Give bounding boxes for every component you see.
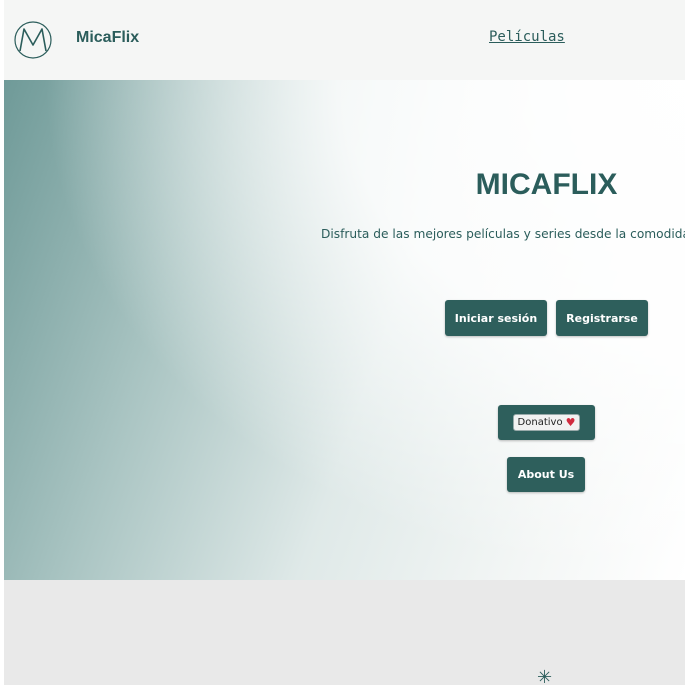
hero-section: MICAFLIX Disfruta de las mejores películ… xyxy=(4,80,685,580)
brand-name[interactable]: MicaFlix xyxy=(76,29,139,47)
hero-title: MICAFLIX xyxy=(475,168,618,201)
micaflix-logo-icon[interactable] xyxy=(13,20,53,60)
hero-subtitle: Disfruta de las mejores películas y seri… xyxy=(321,227,685,241)
donate-button[interactable]: Donativo ♥ xyxy=(498,405,595,440)
donate-chip[interactable]: Donativo ♥ xyxy=(512,414,581,431)
top-nav-bar: MicaFlix Películas xyxy=(4,0,685,80)
heart-icon: ♥ xyxy=(565,416,576,429)
register-button[interactable]: Registrarse xyxy=(556,300,648,336)
login-button[interactable]: Iniciar sesión xyxy=(445,300,547,336)
about-us-button[interactable]: About Us xyxy=(507,457,585,492)
donate-label: Donativo xyxy=(517,417,563,428)
nav-link-peliculas[interactable]: Películas xyxy=(489,29,565,45)
footer: ✳ xyxy=(4,580,685,688)
